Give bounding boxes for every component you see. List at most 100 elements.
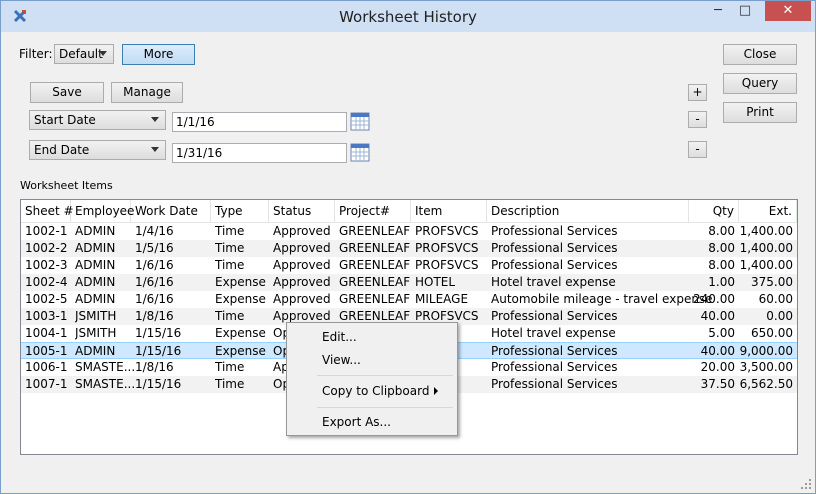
add-parameter-button[interactable]: + — [688, 84, 707, 101]
menu-separator — [317, 375, 453, 376]
chevron-down-icon — [99, 51, 107, 56]
table-cell: Professional Services — [491, 360, 618, 374]
column-header[interactable]: Ext. — [739, 200, 797, 222]
calendar-icon[interactable] — [350, 112, 370, 131]
column-header[interactable]: Description — [487, 200, 689, 222]
maximize-button[interactable]: □ — [732, 1, 758, 22]
remove-start-date-button[interactable]: - — [688, 111, 707, 128]
manage-button[interactable]: Manage — [111, 82, 183, 103]
column-header[interactable]: Work Date — [131, 200, 211, 222]
column-header[interactable]: Item — [411, 200, 487, 222]
table-cell: 1002-5 — [25, 292, 68, 306]
menu-separator — [317, 407, 453, 408]
column-header[interactable]: Status — [269, 200, 335, 222]
resize-grip-icon[interactable] — [801, 479, 811, 489]
table-cell: JSMITH — [75, 309, 117, 323]
start-date-parameter-combo[interactable]: Start Date — [29, 110, 166, 130]
close-window-button[interactable]: ✕ — [765, 1, 811, 21]
column-header[interactable]: Project# — [335, 200, 411, 222]
table-cell: ADMIN — [75, 224, 116, 238]
table-cell: Approved — [273, 224, 331, 238]
column-header[interactable]: Qty — [689, 200, 739, 222]
table-cell: 20.00 — [700, 360, 735, 374]
table-cell: ADMIN — [75, 258, 116, 272]
close-button[interactable]: Close — [723, 44, 797, 65]
table-cell: ADMIN — [75, 241, 116, 255]
table-cell: Professional Services — [491, 377, 618, 391]
end-date-parameter-combo[interactable]: End Date — [29, 140, 166, 160]
table-cell: 5.00 — [708, 326, 735, 340]
table-cell: 6,562.50 — [739, 377, 793, 391]
table-cell: 1006-1 — [25, 360, 68, 374]
worksheet-items-label: Worksheet Items — [20, 179, 113, 192]
table-cell: Professional Services — [491, 344, 618, 358]
table-row[interactable]: 1002-3 ADMIN 1/6/16 Time Approved GREENLEAF PR… — [21, 257, 797, 274]
column-header[interactable]: Sheet # — [21, 200, 74, 222]
table-cell: JSMITH — [75, 326, 117, 340]
table-cell: Professional Services — [491, 224, 618, 238]
end-date-input[interactable]: 1/31/16 — [172, 143, 347, 163]
table-cell: 3,500.00 — [739, 360, 793, 374]
table-cell: 1,400.00 — [739, 224, 793, 238]
table-cell: Expense — [215, 326, 266, 340]
table-cell: 1005-1 — [25, 344, 68, 358]
table-cell: 650.00 — [751, 326, 793, 340]
table-cell: 1,400.00 — [739, 241, 793, 255]
column-header[interactable]: Type — [211, 200, 269, 222]
more-button[interactable]: More — [122, 44, 195, 65]
filter-combo[interactable]: Default — [54, 44, 114, 64]
table-cell: 1/15/16 — [135, 344, 182, 358]
table-cell: 60.00 — [758, 292, 793, 306]
table-cell: Time — [215, 377, 245, 391]
table-cell: 1.00 — [708, 275, 735, 289]
table-row[interactable]: 1002-1 ADMIN 1/4/16 Time Approved GREENLEAF PR… — [21, 223, 797, 240]
table-cell: Approved — [273, 258, 331, 272]
context-menu: Edit... View... Copy to Clipboard Export… — [286, 322, 458, 436]
table-cell: 375.00 — [751, 275, 793, 289]
save-button[interactable]: Save — [30, 82, 104, 103]
title-bar: Worksheet History ─ □ ✕ — [1, 1, 815, 32]
table-row[interactable]: 1002-5 ADMIN 1/6/16 Expense Approved GREENLEA… — [21, 291, 797, 308]
start-date-parameter-label: Start Date — [34, 113, 96, 127]
table-cell: Approved — [273, 292, 331, 306]
remove-end-date-button[interactable]: - — [688, 141, 707, 158]
table-cell: 9,000.00 — [739, 344, 793, 358]
start-date-input[interactable]: 1/1/16 — [172, 112, 347, 132]
table-header: Sheet # Employee Work Date Type Status P… — [21, 200, 797, 223]
print-button[interactable]: Print — [723, 102, 797, 123]
table-cell: GREENLEAF — [339, 258, 411, 272]
table-cell: 0.00 — [766, 309, 793, 323]
table-cell: GREENLEAF — [339, 241, 411, 255]
table-row[interactable]: 1002-4 ADMIN 1/6/16 Expense Approved GREENLEA… — [21, 274, 797, 291]
table-cell: Automobile mileage - travel expense — [491, 292, 713, 306]
calendar-icon[interactable] — [350, 143, 370, 162]
table-cell: Time — [215, 241, 245, 255]
menu-item-view[interactable]: View... — [322, 353, 361, 367]
table-cell: Hotel travel expense — [491, 326, 616, 340]
column-header[interactable]: Employee — [71, 200, 134, 222]
query-button[interactable]: Query — [723, 73, 797, 94]
menu-item-copy-to-clipboard[interactable]: Copy to Clipboard — [322, 384, 429, 398]
table-cell: GREENLEAF — [339, 292, 411, 306]
menu-item-edit[interactable]: Edit... — [322, 330, 357, 344]
table-cell: Approved — [273, 241, 331, 255]
worksheet-history-window: Worksheet History ─ □ ✕ Filter: Default … — [0, 0, 816, 494]
table-cell: 8.00 — [708, 258, 735, 272]
window-title: Worksheet History — [339, 8, 477, 26]
menu-item-export-as[interactable]: Export As... — [322, 415, 391, 429]
table-cell: 40.00 — [700, 309, 735, 323]
table-cell: 1/6/16 — [135, 275, 174, 289]
table-cell: Expense — [215, 275, 266, 289]
table-cell: Time — [215, 224, 245, 238]
table-cell: 1/15/16 — [135, 326, 182, 340]
table-cell: GREENLEAF — [339, 275, 411, 289]
minimize-button[interactable]: ─ — [705, 1, 731, 22]
table-row[interactable]: 1002-2 ADMIN 1/5/16 Time Approved GREENLEAF PR… — [21, 240, 797, 257]
filter-value: Default — [59, 47, 103, 61]
table-cell: 1003-1 — [25, 309, 68, 323]
table-cell: Expense — [215, 292, 266, 306]
chevron-down-icon — [151, 117, 159, 122]
table-cell: 1002-1 — [25, 224, 68, 238]
table-cell: 37.50 — [700, 377, 735, 391]
table-cell: 1/8/16 — [135, 360, 174, 374]
